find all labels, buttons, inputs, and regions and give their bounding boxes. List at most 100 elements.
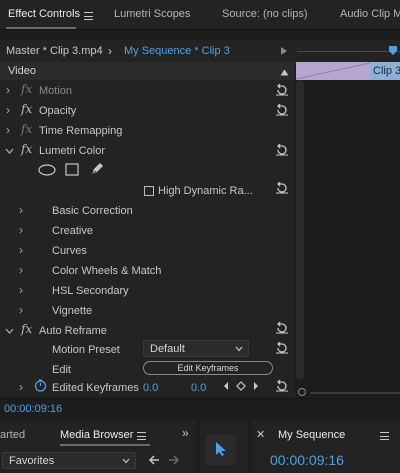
- hdr-checkbox[interactable]: [144, 186, 154, 196]
- effect-opacity-label: Opacity: [39, 105, 77, 117]
- expand-chevron-icon[interactable]: ›: [6, 103, 10, 117]
- effect-time-remapping-label: Time Remapping: [39, 125, 123, 137]
- back-arrow-icon[interactable]: [148, 455, 160, 468]
- panel-menu-icon[interactable]: [137, 432, 146, 440]
- timeline-clip-block[interactable]: [295, 62, 371, 80]
- reset-icon[interactable]: [275, 83, 289, 96]
- section-curves[interactable]: Curves: [52, 245, 87, 257]
- current-timecode[interactable]: 00:00:09:16: [4, 403, 62, 415]
- section-color-wheels[interactable]: Color Wheels & Match: [52, 265, 161, 277]
- playhead-icon[interactable]: [388, 46, 398, 61]
- collapse-up-icon[interactable]: [280, 67, 289, 79]
- active-tab-indicator: [6, 27, 76, 29]
- expand-chevron-icon[interactable]: ›: [19, 223, 23, 237]
- tab-lumetri-scopes[interactable]: Lumetri Scopes: [114, 8, 190, 20]
- fx-icon[interactable]: fx: [21, 142, 32, 156]
- expand-chevron-icon[interactable]: ›: [19, 303, 23, 317]
- section-basic-correction[interactable]: Basic Correction: [52, 205, 133, 217]
- collapse-chevron-icon[interactable]: [5, 326, 14, 338]
- vertical-scrollbar[interactable]: [296, 80, 304, 380]
- reset-icon[interactable]: [275, 143, 289, 156]
- section-vignette[interactable]: Vignette: [52, 305, 92, 317]
- chevron-down-icon: [122, 458, 130, 464]
- time-ruler[interactable]: [297, 51, 400, 52]
- tab-effect-controls[interactable]: Effect Controls: [8, 8, 80, 20]
- expand-chevron-icon[interactable]: ›: [19, 380, 23, 394]
- timeline-clip-label[interactable]: Clip 3: [370, 62, 400, 80]
- expand-chevron-icon[interactable]: ›: [6, 83, 10, 97]
- reset-icon[interactable]: [275, 181, 289, 194]
- selection-tool-button[interactable]: [206, 435, 236, 465]
- reset-icon[interactable]: [275, 341, 289, 354]
- chevron-right-icon: ›: [108, 44, 112, 58]
- section-creative[interactable]: Creative: [52, 225, 93, 237]
- rectangle-mask-icon[interactable]: [65, 163, 79, 179]
- fx-icon: fx: [21, 122, 33, 136]
- active-tab-indicator: [60, 444, 150, 446]
- expand-chevron-icon[interactable]: ›: [19, 243, 23, 257]
- ellipse-mask-icon[interactable]: [38, 164, 56, 179]
- reset-icon[interactable]: [275, 103, 289, 116]
- tab-media-browser[interactable]: Media Browser: [60, 429, 133, 441]
- close-icon[interactable]: ✕: [256, 428, 265, 441]
- selection-arrow-icon: [216, 442, 226, 456]
- effect-auto-reframe-label: Auto Reframe: [39, 325, 107, 337]
- bottom-panels: arted Media Browser » Favorites ✕ My Seq…: [0, 420, 400, 473]
- zoom-handle-icon[interactable]: [298, 388, 306, 396]
- edited-keyframes-label: Edited Keyframes: [52, 382, 139, 394]
- panel-menu-icon[interactable]: [380, 432, 389, 440]
- effects-list: › fx Motion › fx Opacity › fx Time Remap…: [0, 80, 295, 398]
- play-only-icon[interactable]: [280, 46, 288, 59]
- expand-chevron-icon[interactable]: ›: [6, 123, 10, 137]
- horizontal-zoom-bar[interactable]: [310, 392, 400, 394]
- more-panels-icon[interactable]: »: [182, 426, 189, 440]
- motion-preset-label: Motion Preset: [52, 344, 120, 356]
- hdr-label: High Dynamic Ra...: [158, 185, 253, 197]
- stopwatch-icon[interactable]: [34, 379, 47, 395]
- pen-mask-icon[interactable]: [90, 162, 104, 180]
- expand-chevron-icon[interactable]: ›: [19, 263, 23, 277]
- media-browser-panel: arted Media Browser » Favorites: [0, 420, 196, 473]
- chevron-down-icon: [235, 346, 243, 352]
- favorites-label: Favorites: [9, 455, 55, 467]
- tab-source[interactable]: Source: (no clips): [222, 8, 308, 20]
- edit-keyframes-button[interactable]: Edit Keyframes: [143, 361, 273, 375]
- panel-menu-icon[interactable]: [84, 12, 93, 20]
- sequence-clip-label[interactable]: My Sequence * Clip 3: [124, 45, 230, 57]
- clip-selector-row: Master * Clip 3.mp4 › My Sequence * Clip…: [0, 40, 400, 62]
- add-keyframe-icon[interactable]: [236, 381, 246, 394]
- expand-chevron-icon[interactable]: ›: [19, 203, 23, 217]
- video-header-label: Video: [8, 65, 36, 77]
- program-timecode[interactable]: 00:00:09:16: [270, 452, 344, 468]
- video-section-header: Video: [0, 62, 295, 80]
- timecode-row: 00:00:09:16: [0, 398, 400, 418]
- reset-icon[interactable]: [275, 379, 289, 392]
- program-monitor-panel: ✕ My Sequence 00:00:09:16: [252, 420, 400, 473]
- tab-getting-started[interactable]: arted: [0, 429, 25, 441]
- prev-keyframe-icon[interactable]: [222, 381, 230, 394]
- favorites-dropdown[interactable]: Favorites: [2, 452, 136, 469]
- collapse-chevron-icon[interactable]: [5, 146, 14, 158]
- edit-label: Edit: [52, 364, 71, 376]
- fx-icon[interactable]: fx: [21, 82, 32, 96]
- fx-icon[interactable]: fx: [21, 102, 32, 116]
- effect-motion-label: Motion: [39, 85, 73, 97]
- reset-icon[interactable]: [275, 321, 289, 334]
- keyframe-value-y[interactable]: 0.0: [191, 382, 206, 394]
- tab-audio-clip-mixer[interactable]: Audio Clip M: [340, 8, 400, 20]
- expand-chevron-icon[interactable]: ›: [19, 283, 23, 297]
- keyframe-timeline-area[interactable]: [295, 80, 400, 398]
- motion-preset-dropdown[interactable]: Default: [143, 340, 249, 357]
- keyframe-line: [295, 62, 371, 80]
- forward-arrow-icon[interactable]: [168, 455, 180, 468]
- master-clip-label[interactable]: Master * Clip 3.mp4: [6, 45, 103, 57]
- tab-program-sequence[interactable]: My Sequence: [278, 429, 345, 441]
- tools-panel: [200, 420, 248, 473]
- next-keyframe-icon[interactable]: [252, 381, 260, 394]
- effect-lumetri-color-label: Lumetri Color: [39, 145, 106, 157]
- panel-tab-bar: Effect Controls Lumetri Scopes Source: (…: [0, 0, 400, 30]
- keyframe-value-x[interactable]: 0.0: [143, 382, 158, 394]
- motion-preset-value: Default: [150, 343, 185, 355]
- fx-icon[interactable]: fx: [21, 322, 32, 336]
- section-hsl-secondary[interactable]: HSL Secondary: [52, 285, 129, 297]
